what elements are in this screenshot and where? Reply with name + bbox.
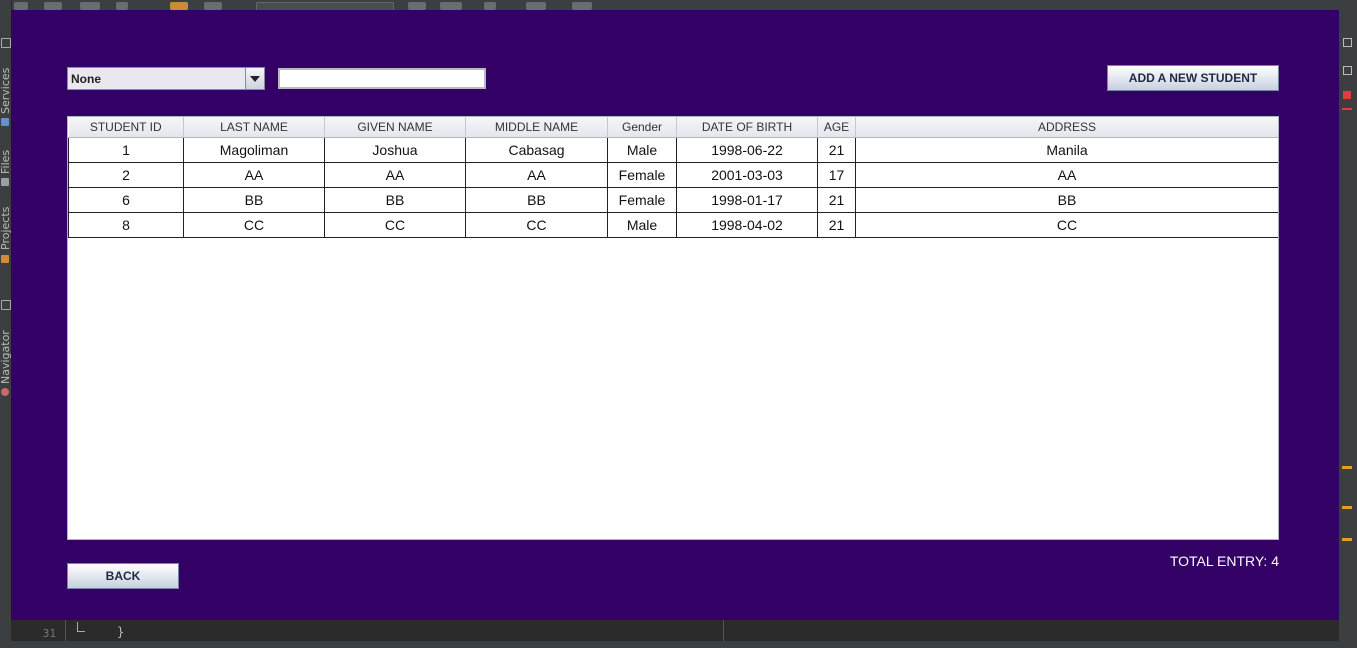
cell-middle-name[interactable]: CC (465, 212, 608, 238)
navigator-icon (1, 388, 9, 396)
column-header-address[interactable]: ADDRESS (855, 117, 1278, 138)
cell-address[interactable]: BB (855, 187, 1278, 213)
cell-last-name[interactable]: AA (183, 162, 325, 188)
column-header-middle-name[interactable]: MIDDLE NAME (465, 117, 608, 138)
restore-icon[interactable] (1, 38, 11, 48)
cell-middle-name[interactable]: BB (465, 187, 608, 213)
code-text: } (117, 625, 125, 639)
toolbar-icon[interactable] (170, 2, 188, 10)
cell-address[interactable]: Manila (855, 137, 1278, 163)
column-header-given-name[interactable]: GIVEN NAME (324, 117, 466, 138)
cell-middle-name[interactable]: AA (465, 162, 608, 188)
cell-age[interactable]: 21 (817, 212, 856, 238)
cell-gender[interactable]: Male (607, 137, 677, 163)
cell-student-id[interactable]: 6 (68, 187, 184, 213)
warning-stripe[interactable] (1342, 506, 1352, 509)
projects-icon (1, 255, 9, 263)
cell-middle-name[interactable]: Cabasag (465, 137, 608, 163)
filter-selected-value: None (71, 72, 101, 86)
files-icon (1, 178, 9, 186)
services-icon (1, 118, 9, 126)
warning-stripe[interactable] (1342, 466, 1352, 469)
cell-given-name[interactable]: Joshua (324, 137, 466, 163)
maximize-icon[interactable] (1343, 38, 1352, 47)
column-header-gender[interactable]: Gender (607, 117, 677, 138)
restore-icon[interactable] (1, 300, 11, 310)
table-row[interactable]: 8 CC CC CC Male 1998-04-02 21 CC (68, 212, 1278, 238)
tab-services[interactable]: Services (0, 62, 12, 114)
cell-age[interactable]: 17 (817, 162, 856, 188)
cell-date-of-birth[interactable]: 1998-04-02 (676, 212, 818, 238)
cell-given-name[interactable]: BB (324, 187, 466, 213)
error-marker[interactable] (1343, 91, 1351, 99)
toolbar-icon[interactable] (44, 2, 62, 10)
toolbar-icon[interactable] (116, 2, 128, 10)
column-header-last-name[interactable]: LAST NAME (183, 117, 325, 138)
toolbar-icon[interactable] (408, 2, 426, 10)
cell-last-name[interactable]: Magoliman (183, 137, 325, 163)
split-icon[interactable] (1343, 66, 1352, 75)
line-number: 31 (42, 627, 56, 640)
cell-gender[interactable]: Female (607, 187, 677, 213)
ide-right-gutter (1339, 0, 1357, 641)
column-header-age[interactable]: AGE (817, 117, 856, 138)
cell-student-id[interactable]: 1 (68, 137, 184, 163)
cell-gender[interactable]: Female (607, 162, 677, 188)
cell-given-name[interactable]: CC (324, 212, 466, 238)
chevron-down-icon[interactable] (245, 68, 264, 89)
total-entry-label: TOTAL ENTRY: 4 (1169, 553, 1279, 569)
cell-age[interactable]: 21 (817, 137, 856, 163)
toolbar-icon[interactable] (204, 2, 222, 10)
cell-date-of-birth[interactable]: 1998-01-17 (676, 187, 818, 213)
back-button[interactable]: BACK (67, 563, 179, 589)
table-row[interactable]: 2 AA AA AA Female 2001-03-03 17 AA (68, 162, 1278, 188)
cell-gender[interactable]: Male (607, 212, 677, 238)
table-header-row: STUDENT ID LAST NAME GIVEN NAME MIDDLE N… (68, 117, 1278, 138)
student-records-window: None ADD A NEW STUDENT STUDENT ID LAST N… (11, 10, 1339, 620)
table-row[interactable]: 1 Magoliman Joshua Cabasag Male 1998-06-… (68, 137, 1278, 163)
column-header-date-of-birth[interactable]: DATE OF BIRTH (676, 117, 818, 138)
cell-last-name[interactable]: BB (183, 187, 325, 213)
toolbar-icon[interactable] (572, 2, 592, 10)
cell-student-id[interactable]: 8 (68, 212, 184, 238)
filter-combobox[interactable]: None (67, 67, 265, 90)
warning-stripe[interactable] (1342, 538, 1352, 541)
toolbar-icon[interactable] (440, 2, 462, 10)
tab-navigator[interactable]: Navigator (0, 326, 12, 384)
add-student-button[interactable]: ADD A NEW STUDENT (1107, 65, 1279, 91)
cell-given-name[interactable]: AA (324, 162, 466, 188)
editor-divider (723, 620, 724, 641)
tab-projects[interactable]: Projects (0, 202, 12, 250)
table-row[interactable]: 6 BB BB BB Female 1998-01-17 21 BB (68, 187, 1278, 213)
toolbar-icon[interactable] (80, 2, 100, 10)
cell-age[interactable]: 21 (817, 187, 856, 213)
run-icon[interactable] (484, 2, 496, 10)
cell-date-of-birth[interactable]: 2001-03-03 (676, 162, 818, 188)
error-stripe[interactable] (1342, 108, 1352, 110)
tab-files[interactable]: Files (0, 142, 12, 174)
column-header-student-id[interactable]: STUDENT ID (68, 117, 184, 138)
gutter-divider (65, 620, 66, 641)
cell-address[interactable]: AA (855, 162, 1278, 188)
cell-student-id[interactable]: 2 (68, 162, 184, 188)
cell-last-name[interactable]: CC (183, 212, 325, 238)
toolbar-icon[interactable] (14, 2, 28, 10)
toolbar-icon[interactable] (526, 2, 546, 10)
cell-date-of-birth[interactable]: 1998-06-22 (676, 137, 818, 163)
fold-marker[interactable] (77, 622, 85, 632)
search-input[interactable] (278, 68, 486, 89)
students-table[interactable]: STUDENT ID LAST NAME GIVEN NAME MIDDLE N… (67, 116, 1279, 540)
ide-toolbar (0, 0, 1357, 12)
cell-address[interactable]: CC (855, 212, 1278, 238)
code-editor-strip: 31 } (11, 620, 1339, 641)
